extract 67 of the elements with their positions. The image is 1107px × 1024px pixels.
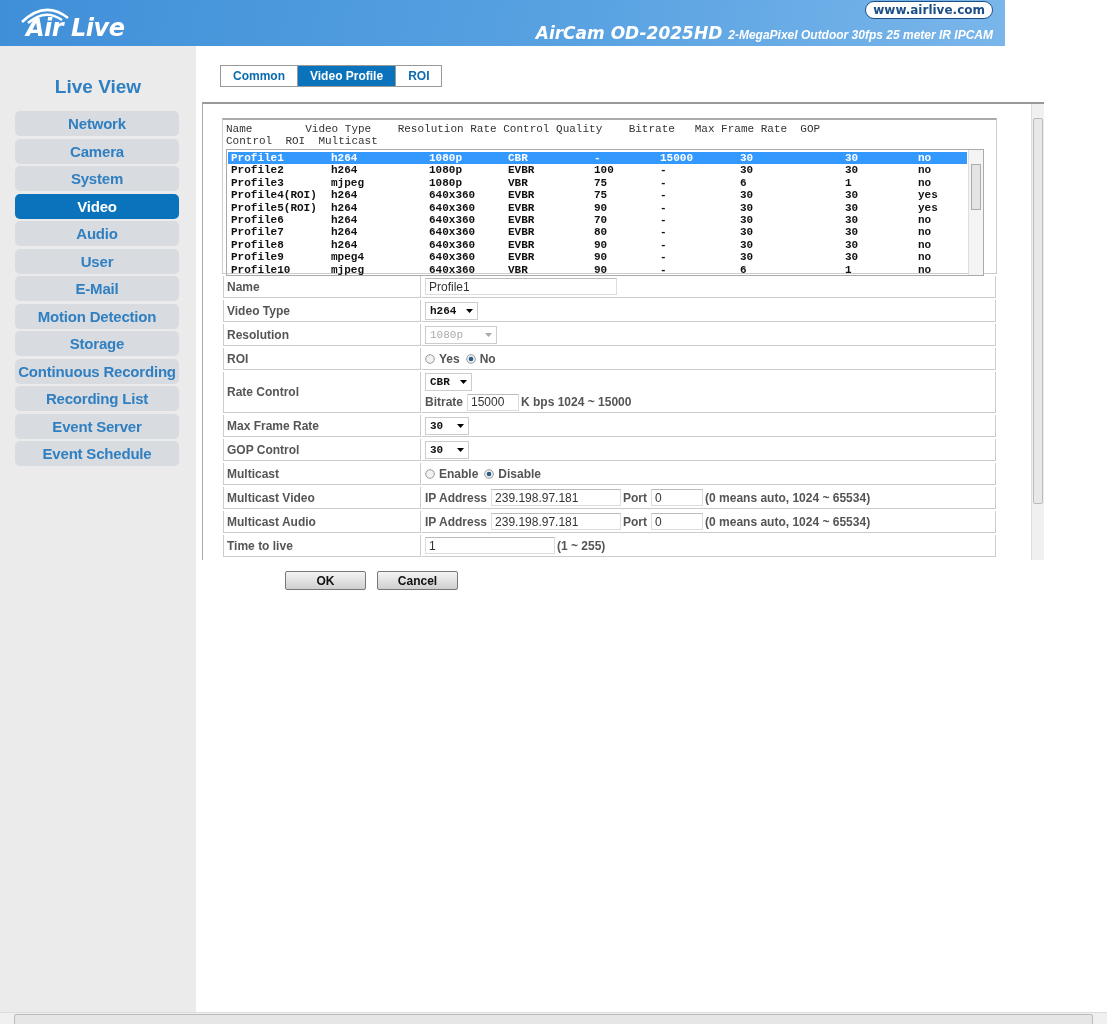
field-text: K bps 1024 ~ 15000	[521, 395, 632, 409]
profile-row[interactable]: Profile2 h264 1080p EVBR 100 - 30 30 no	[228, 164, 967, 177]
profile-row[interactable]: Profile8 h264 640x360 EVBR 90 - 30 30 no	[228, 238, 967, 252]
profile-row[interactable]: Profile7 h264 640x360 EVBR 80 - 30 30 no	[228, 226, 967, 239]
radio-icon[interactable]	[425, 468, 435, 479]
caret-icon	[466, 308, 474, 313]
field-text: Port	[623, 490, 648, 505]
ok-button[interactable]: OK	[285, 571, 366, 590]
field-text: Port	[623, 514, 648, 529]
dropdown[interactable]: 30	[425, 416, 469, 435]
field-text: IP Address	[425, 514, 488, 529]
field-label: Video Type	[227, 303, 290, 318]
dropdown[interactable]: CBR	[425, 373, 472, 391]
field-label: Multicast	[227, 466, 279, 481]
cancel-button[interactable]: Cancel	[377, 571, 458, 590]
field-label: Time to live	[227, 538, 293, 553]
profile-row[interactable]: Profile6 h264 640x360 EVBR 70 - 30 30 no	[228, 213, 967, 227]
field-label: Rate Control	[227, 385, 299, 399]
caret-icon	[457, 447, 464, 452]
radio-icon[interactable]	[484, 468, 495, 479]
radio-option[interactable]: Enable	[425, 466, 479, 481]
radio-option[interactable]: Disable	[484, 466, 542, 481]
profile-row[interactable]: Profile5(ROI) h264 640x360 EVBR 90 - 30 30 yes	[228, 201, 967, 214]
input-field[interactable]: 239.198.97.181	[491, 489, 622, 506]
dropdown[interactable]: 30	[425, 440, 469, 459]
radio-icon[interactable]	[465, 353, 476, 364]
website-link[interactable]: www.airlive.com	[865, 1, 993, 19]
field-text: Bitrate	[425, 395, 463, 409]
profile-row[interactable]: Profile10 mjpeg 640x360 VBR 90 - 6 1 no	[228, 263, 967, 275]
field-label: GOP Control	[227, 442, 300, 457]
model-name: AirCam OD-2025HD	[535, 23, 723, 43]
live-view-link[interactable]: Live View	[54, 76, 142, 98]
field-text: (0 means auto, 1024 ~ 65534)	[705, 490, 871, 505]
caret-icon	[459, 380, 467, 384]
field-label: Max Frame Rate	[227, 418, 320, 433]
scrollbar[interactable]	[968, 150, 983, 275]
field-label: ROI	[227, 351, 249, 366]
column-headers: Name Video Type Resolution Rate Control Quality Bitrate Max Frame Rate GOP Control ROI Multicast	[226, 123, 822, 147]
input-field[interactable]: 1	[425, 537, 555, 554]
radio-icon[interactable]	[425, 353, 435, 364]
tab[interactable]: Video Profile	[298, 66, 397, 86]
field-label: Multicast Video	[227, 490, 315, 505]
profile-row[interactable]: Profile9 mpeg4 640x360 EVBR 90 - 30 30 no	[228, 251, 967, 264]
radio-option[interactable]: Yes	[425, 351, 460, 366]
radio-option[interactable]: No	[465, 351, 496, 366]
field-label: Multicast Audio	[227, 514, 316, 529]
model-tagline: 2-MegaPixel Outdoor 30fps 25 meter IR IPCAM	[728, 28, 993, 42]
caret-icon	[485, 332, 492, 337]
scrollbar[interactable]	[1031, 104, 1044, 560]
field-label: Name	[227, 279, 260, 294]
input-field[interactable]: 0	[651, 489, 704, 506]
field-text: (1 ~ 255)	[557, 538, 606, 553]
input-field[interactable]: 15000	[467, 393, 519, 411]
input-field[interactable]: 0	[651, 513, 704, 530]
input-field[interactable]: 239.198.97.181	[491, 513, 622, 530]
dropdown[interactable]: h264	[425, 301, 479, 320]
sidebar-item[interactable]: Video	[15, 193, 179, 219]
caret-icon	[457, 423, 464, 428]
profile-row[interactable]: Profile4(ROI) h264 640x360 EVBR 75 - 30 30 yes	[228, 189, 967, 202]
field-text: (0 means auto, 1024 ~ 65534)	[705, 514, 871, 529]
profile-row[interactable]: Profile3 mjpeg 1080p VBR 75 - 6 1 no	[228, 176, 967, 190]
brand-logo: Air Live	[26, 14, 125, 42]
input-field[interactable]: Profile1	[425, 278, 617, 295]
field-text: IP Address	[425, 490, 488, 505]
field-label: Resolution	[227, 327, 289, 342]
profile-list[interactable]	[226, 149, 984, 276]
scrollbar[interactable]	[0, 1012, 1107, 1024]
